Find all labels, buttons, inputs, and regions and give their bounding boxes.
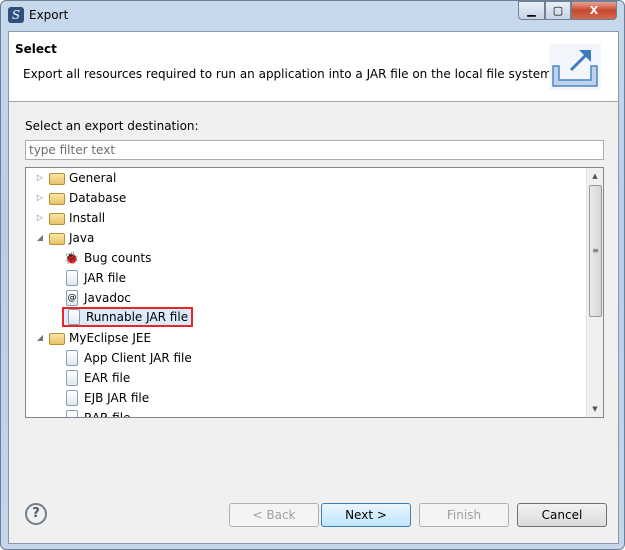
cancel-button[interactable]: Cancel bbox=[517, 503, 607, 527]
destination-label: Select an export destination: bbox=[25, 119, 199, 133]
tree-item-label: App Client JAR file bbox=[84, 351, 192, 365]
tree-item[interactable]: ▷ Database bbox=[34, 188, 126, 208]
runnable-jar-icon bbox=[68, 309, 80, 325]
folder-icon bbox=[49, 213, 65, 225]
folder-icon bbox=[49, 193, 65, 205]
minimize-button[interactable]: ▁ bbox=[518, 1, 545, 20]
next-button[interactable]: Next > bbox=[321, 503, 411, 527]
app-icon: S bbox=[8, 7, 24, 23]
back-button[interactable]: < Back bbox=[229, 503, 319, 527]
ear-icon bbox=[66, 370, 78, 386]
tree-item-label: Install bbox=[69, 211, 106, 225]
tree-item[interactable]: EAR file bbox=[64, 368, 130, 388]
filter-input[interactable]: type filter text bbox=[25, 140, 604, 160]
tree-item-label: General bbox=[69, 171, 117, 185]
close-button[interactable]: X bbox=[571, 1, 617, 20]
tree-item[interactable]: App Client JAR file bbox=[64, 348, 192, 368]
jar-icon bbox=[66, 270, 78, 286]
tree-item-label: Javadoc bbox=[84, 291, 131, 305]
tree-item-label: EAR file bbox=[84, 371, 131, 385]
tree-item-label: Java bbox=[69, 231, 95, 245]
tree-item-label: Runnable JAR file bbox=[86, 310, 189, 324]
folder-icon bbox=[49, 173, 65, 185]
finish-button[interactable]: Finish bbox=[419, 503, 509, 527]
export-dialog: S Export ▁ ▢ X Select Export all resourc… bbox=[0, 0, 625, 550]
tree-item[interactable]: ▷ General bbox=[34, 168, 116, 188]
tree-scrollbar[interactable]: ▲ ≡ ▼ bbox=[586, 168, 603, 417]
scroll-down-arrow[interactable]: ▼ bbox=[587, 401, 603, 417]
tree-item-label: RAR file bbox=[84, 411, 131, 418]
tree-item-label: JAR file bbox=[84, 271, 126, 285]
help-button[interactable]: ? bbox=[25, 503, 47, 525]
tree-item[interactable]: @ Javadoc bbox=[64, 288, 131, 308]
tree-item[interactable]: ◢ Java bbox=[34, 228, 94, 248]
tree-item-label: Bug counts bbox=[84, 251, 152, 265]
tree-item[interactable]: Runnable JAR file bbox=[62, 307, 194, 327]
destination-tree: ▲ ≡ ▼ ▷ General ▷ Database ▷ Install ◢ Java 🐞 Bug… bbox=[25, 167, 604, 418]
tree-item[interactable]: 🐞 Bug counts bbox=[64, 248, 151, 268]
folder-icon bbox=[49, 233, 65, 245]
tree-item[interactable]: RAR file bbox=[64, 408, 131, 418]
export-icon bbox=[549, 44, 601, 90]
bug-icon: 🐞 bbox=[64, 251, 79, 265]
ejb-jar-icon bbox=[66, 390, 78, 406]
app-client-jar-icon bbox=[66, 350, 78, 366]
tree-item[interactable]: EJB JAR file bbox=[64, 388, 149, 408]
scroll-thumb[interactable]: ≡ bbox=[589, 185, 602, 317]
collapse-icon[interactable]: ◢ bbox=[34, 328, 46, 348]
wizard-header: Select Export all resources required to … bbox=[9, 32, 618, 102]
tree-item[interactable]: ◢ MyEclipse JEE bbox=[34, 328, 151, 348]
rar-icon bbox=[66, 410, 78, 417]
scroll-up-arrow[interactable]: ▲ bbox=[587, 168, 603, 184]
page-title: Select bbox=[15, 42, 57, 56]
tree-item-label: EJB JAR file bbox=[84, 391, 150, 405]
javadoc-icon: @ bbox=[66, 290, 78, 306]
tree-item-label: MyEclipse JEE bbox=[69, 331, 152, 345]
expand-icon[interactable]: ▷ bbox=[34, 188, 46, 208]
expand-icon[interactable]: ▷ bbox=[34, 208, 46, 228]
expand-icon[interactable]: ▷ bbox=[34, 168, 46, 188]
collapse-icon[interactable]: ◢ bbox=[34, 228, 46, 248]
page-description: Export all resources required to run an … bbox=[23, 67, 556, 81]
tree-item[interactable]: JAR file bbox=[64, 268, 126, 288]
tree-item-label: Database bbox=[69, 191, 127, 205]
maximize-button[interactable]: ▢ bbox=[545, 1, 571, 20]
tree-item[interactable]: ▷ Install bbox=[34, 208, 105, 228]
folder-icon bbox=[49, 333, 65, 345]
window-title: Export bbox=[29, 8, 69, 22]
